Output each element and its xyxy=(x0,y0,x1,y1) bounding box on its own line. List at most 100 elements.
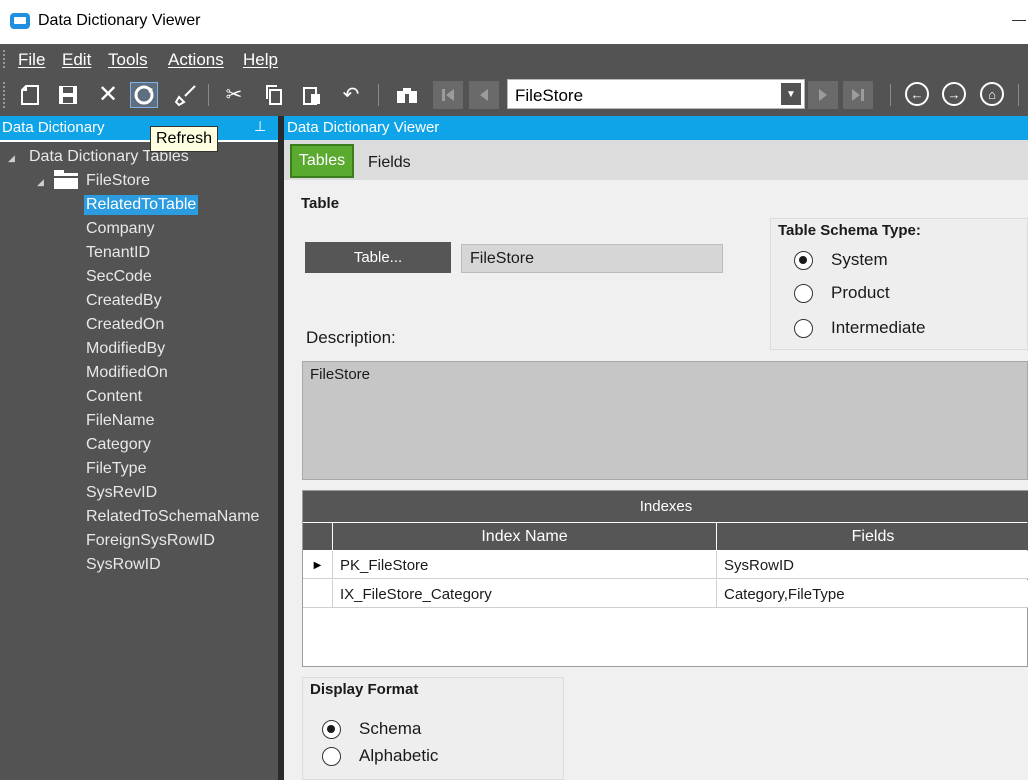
window-title: Data Dictionary Viewer xyxy=(38,12,201,29)
table-section-title: Table xyxy=(301,195,340,212)
collapse-icon[interactable]: ◢ xyxy=(8,153,15,164)
toolbar-separator xyxy=(208,84,209,106)
radio-unchecked-icon[interactable] xyxy=(794,283,813,303)
forward-icon[interactable]: → xyxy=(942,82,966,106)
index-name-cell: IX_FileStore_Category xyxy=(333,580,717,608)
tree-field[interactable]: Company xyxy=(86,220,154,238)
menu-help[interactable]: Help xyxy=(243,50,278,70)
radio-unchecked-icon[interactable] xyxy=(794,318,813,338)
tree-field[interactable]: SysRevID xyxy=(86,484,157,502)
collapse-icon[interactable]: ◢ xyxy=(37,177,44,188)
row-pointer-icon: ▶ xyxy=(303,551,333,579)
column-header-index-name[interactable]: Index Name xyxy=(333,523,717,550)
back-icon[interactable]: ← xyxy=(905,82,929,106)
indexes-grid: Indexes Index Name Fields ▶ PK_FileStore… xyxy=(302,490,1028,667)
tree-field[interactable]: FileName xyxy=(86,412,154,430)
copy-icon[interactable] xyxy=(260,82,288,108)
new-icon[interactable] xyxy=(16,82,44,108)
tree-field[interactable]: SysRowID xyxy=(86,556,161,574)
schema-type-title: Table Schema Type: xyxy=(778,222,921,239)
paste-icon[interactable] xyxy=(298,82,326,108)
menu-tools[interactable]: Tools xyxy=(108,50,148,70)
refresh-icon[interactable] xyxy=(130,82,158,108)
table-selector-value: FileStore xyxy=(515,86,584,105)
row-selector-header xyxy=(303,523,333,550)
tree-field[interactable]: ModifiedOn xyxy=(86,364,168,382)
table-button[interactable]: Table... xyxy=(305,242,451,273)
cut-icon[interactable]: ✂ xyxy=(220,82,248,108)
refresh-tooltip: Refresh xyxy=(150,126,219,152)
description-field[interactable]: FileStore xyxy=(302,361,1028,480)
home-icon[interactable]: ⌂ xyxy=(980,82,1004,106)
tree-field[interactable]: FileType xyxy=(86,460,146,478)
index-name-cell: PK_FileStore xyxy=(333,551,717,579)
column-header-fields[interactable]: Fields xyxy=(717,523,1028,550)
index-fields-cell: SysRowID xyxy=(724,556,795,574)
previous-icon[interactable] xyxy=(469,81,499,109)
right-panel-title: Data Dictionary Viewer xyxy=(287,119,440,136)
index-fields-cell: Category,FileType xyxy=(724,585,845,603)
radio-label: System xyxy=(831,250,888,269)
toolbar-separator xyxy=(1018,84,1019,106)
radio-checked-icon[interactable] xyxy=(322,719,341,739)
tree-field[interactable]: CreatedBy xyxy=(86,292,162,310)
clear-icon[interactable] xyxy=(172,82,200,108)
undo-icon[interactable]: ↶ xyxy=(337,82,365,108)
menu-edit[interactable]: Edit xyxy=(62,50,91,70)
tree-table[interactable]: FileStore xyxy=(86,172,150,190)
tab-fields[interactable]: Fields xyxy=(368,154,411,172)
display-format-title: Display Format xyxy=(310,681,419,698)
table-field[interactable]: FileStore xyxy=(461,244,723,273)
table-row[interactable]: IX_FileStore_Category Category,FileType xyxy=(303,580,1028,608)
save-icon[interactable] xyxy=(54,82,82,108)
toolbar-separator xyxy=(890,84,891,106)
tree-field[interactable]: CreatedOn xyxy=(86,316,164,334)
radio-system[interactable]: System xyxy=(794,250,888,270)
tree-field-selected[interactable]: RelatedToTable xyxy=(84,195,199,215)
table-field-value: FileStore xyxy=(470,250,535,267)
radio-product[interactable]: Product xyxy=(794,283,890,303)
radio-label: Schema xyxy=(359,719,422,738)
menu-bar: File Edit Tools Actions Help xyxy=(0,44,1028,74)
radio-checked-icon[interactable] xyxy=(794,250,813,270)
table-row[interactable]: ▶ PK_FileStore SysRowID xyxy=(303,551,1028,579)
radio-intermediate[interactable]: Intermediate xyxy=(794,318,926,338)
tree-field[interactable]: Category xyxy=(86,436,151,454)
radio-label: Alphabetic xyxy=(359,746,439,765)
pin-icon[interactable]: ⊥ xyxy=(254,118,266,135)
tab-tables[interactable]: Tables xyxy=(290,144,354,178)
tree-field[interactable]: ForeignSysRowID xyxy=(86,532,215,550)
indexes-grid-title: Indexes xyxy=(303,491,1028,522)
radio-label: Intermediate xyxy=(831,318,926,337)
first-icon[interactable] xyxy=(433,81,463,109)
description-value: FileStore xyxy=(310,366,371,383)
toolbar-grip-icon[interactable] xyxy=(3,82,6,108)
menubar-grip-icon[interactable] xyxy=(3,50,6,68)
minimize-icon[interactable] xyxy=(1012,20,1026,21)
tree-field[interactable]: ModifiedBy xyxy=(86,340,165,358)
tree-field[interactable]: Content xyxy=(86,388,142,406)
radio-alphabetic[interactable]: Alphabetic xyxy=(322,746,438,766)
title-bar: Data Dictionary Viewer xyxy=(0,0,1028,44)
last-icon[interactable] xyxy=(843,81,873,109)
search-icon[interactable] xyxy=(393,82,421,108)
radio-schema[interactable]: Schema xyxy=(322,719,421,739)
tree-field[interactable]: RelatedToSchemaName xyxy=(86,508,259,526)
toolbar-separator xyxy=(378,84,379,106)
tree-field[interactable]: SecCode xyxy=(86,268,152,286)
description-label: Description: xyxy=(306,328,396,347)
tree-field[interactable]: TenantID xyxy=(86,244,150,262)
next-icon[interactable] xyxy=(808,81,838,109)
left-panel-title: Data Dictionary xyxy=(2,119,105,136)
left-panel-header: Data Dictionary ⊥ xyxy=(0,116,278,142)
radio-label: Product xyxy=(831,283,890,302)
delete-icon[interactable]: ✕ xyxy=(94,82,122,108)
chevron-down-icon[interactable]: ▼ xyxy=(781,83,801,105)
right-panel-header: Data Dictionary Viewer xyxy=(284,116,1028,140)
menu-actions[interactable]: Actions xyxy=(168,50,224,70)
folder-icon xyxy=(54,170,78,189)
radio-unchecked-icon[interactable] xyxy=(322,746,341,766)
table-selector[interactable]: FileStore ▼ xyxy=(507,79,805,109)
menu-file[interactable]: File xyxy=(18,50,45,70)
app-icon xyxy=(10,13,30,29)
